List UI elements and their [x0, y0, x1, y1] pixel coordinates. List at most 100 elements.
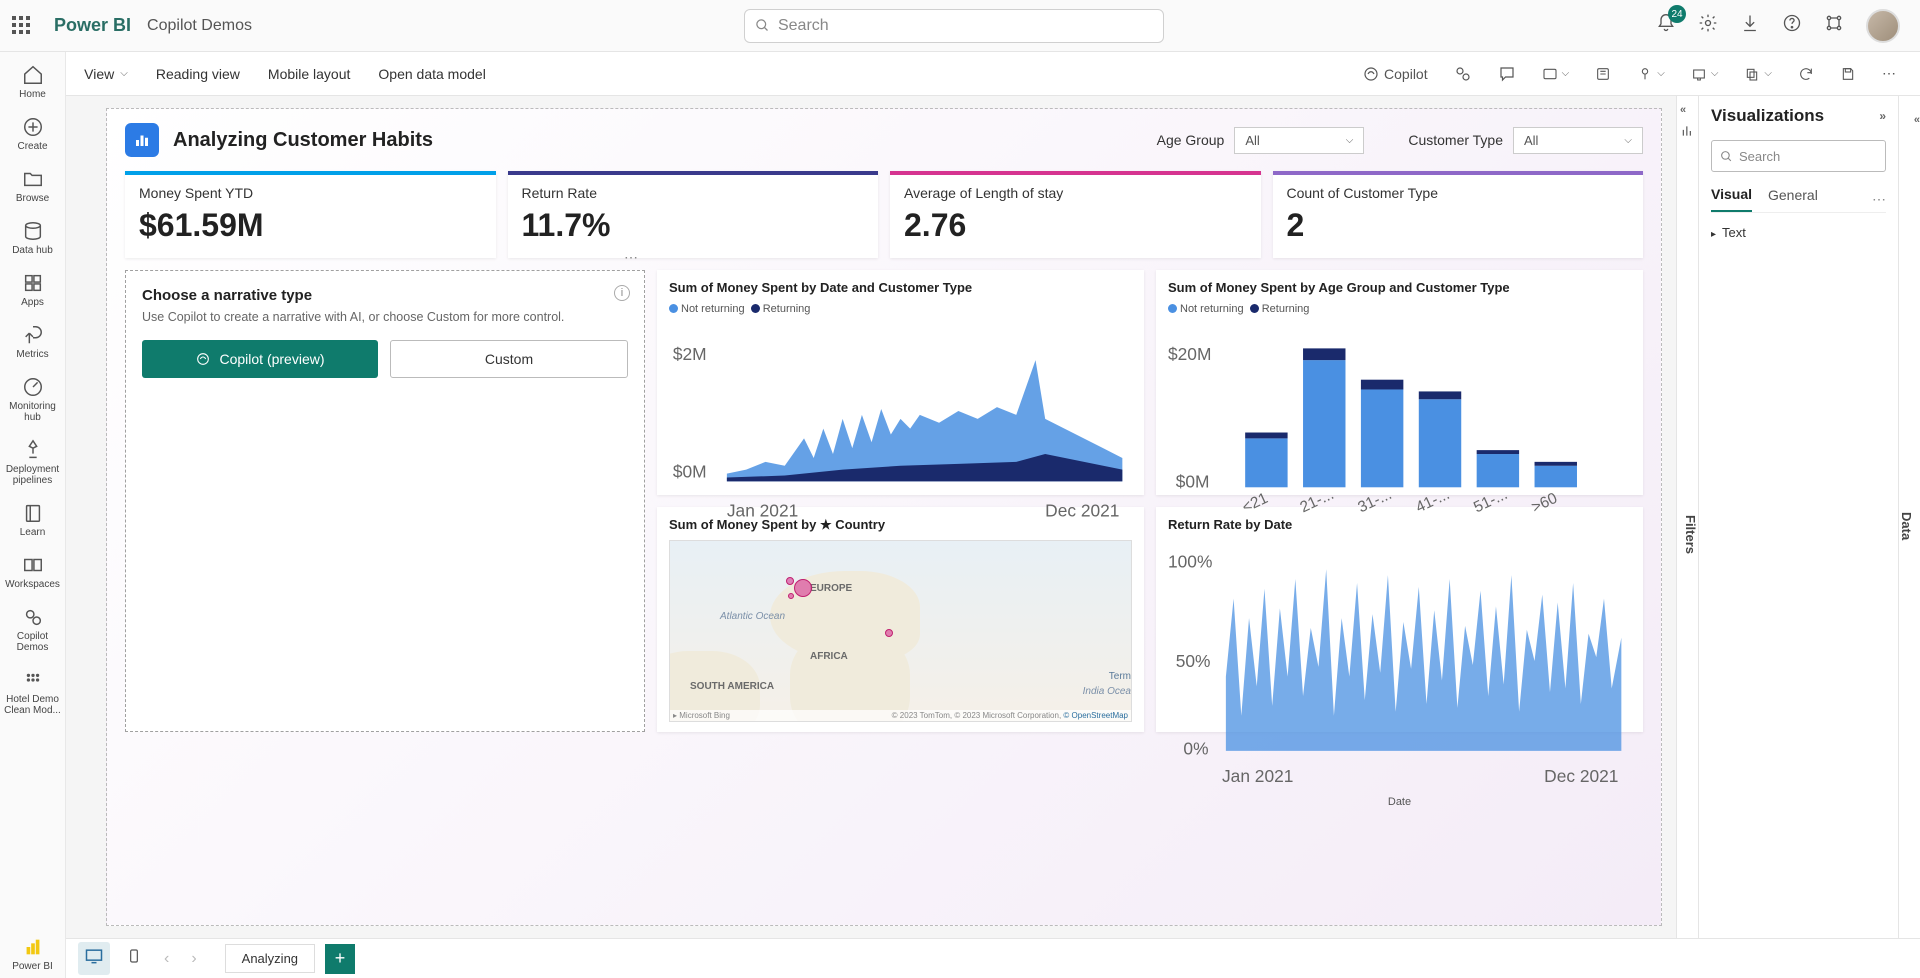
nav-apps[interactable]: Apps [0, 266, 65, 314]
filter-age-dropdown[interactable]: All⌵ [1234, 127, 1364, 154]
kpi-return-rate[interactable]: Return Rate11.7% [508, 171, 879, 258]
page-tab-bar: ‹ › Analyzing + [66, 938, 1920, 978]
tab-visual[interactable]: Visual [1711, 186, 1752, 212]
connections-icon[interactable] [1824, 13, 1844, 38]
narrative-subtitle: Use Copilot to create a narrative with A… [142, 310, 628, 324]
more-icon[interactable]: ⋯ [1878, 61, 1900, 86]
menu-bar: File⌵ View⌵ Reading view Mobile layout O… [0, 52, 1920, 96]
menu-view[interactable]: View⌵ [84, 66, 128, 82]
nav-metrics[interactable]: Metrics [0, 318, 65, 366]
svg-text:$20M: $20M [1168, 344, 1211, 364]
copilot-icon [195, 351, 211, 367]
export-icon[interactable]: ⌵ [1687, 62, 1723, 86]
menu-reading-view[interactable]: Reading view [156, 66, 240, 82]
report-logo-icon [125, 123, 159, 157]
kpi-customer-type-count[interactable]: Count of Customer Type2 [1273, 171, 1644, 258]
visual-more-icon[interactable]: ⋯ [624, 249, 640, 266]
custom-button[interactable]: Custom [390, 340, 628, 378]
expand-icon[interactable]: » [1879, 109, 1886, 123]
viz-search-input[interactable]: Search [1711, 140, 1886, 172]
search-icon [1720, 150, 1733, 163]
collapse-icon[interactable]: « [1680, 104, 1686, 116]
refresh-icon[interactable] [1794, 62, 1818, 86]
nav-deployment[interactable]: Deployment pipelines [0, 433, 65, 492]
kpi-length-of-stay[interactable]: Average of Length of stay2.76 [890, 171, 1261, 258]
narrative-title: Choose a narrative type [142, 287, 628, 304]
kpi-money-spent[interactable]: Money Spent YTD$61.59M [125, 171, 496, 258]
svg-text:21-...: 21-... [1298, 486, 1337, 517]
chart-money-by-date[interactable]: Sum of Money Spent by Date and Customer … [657, 270, 1144, 495]
svg-text:100%: 100% [1168, 551, 1212, 571]
chart-mini-icon [1681, 124, 1695, 138]
report-title: Analyzing Customer Habits [173, 129, 433, 152]
nav-home[interactable]: Home [0, 58, 65, 106]
section-text[interactable]: ▸Text [1711, 225, 1886, 240]
search-input[interactable]: Search [744, 9, 1164, 43]
svg-text:Dec 2021: Dec 2021 [1544, 766, 1618, 786]
svg-text:0%: 0% [1183, 739, 1208, 759]
nav-powerbi[interactable]: Power BI [0, 930, 65, 978]
download-icon[interactable] [1740, 13, 1760, 38]
chart-return-rate-by-date[interactable]: Return Rate by Date 100% 50% 0% Jan 2021… [1156, 507, 1643, 732]
desktop-view-icon[interactable] [78, 942, 110, 975]
filter-age-label: Age Group [1157, 132, 1225, 148]
chart-money-by-age[interactable]: Sum of Money Spent by Age Group and Cust… [1156, 270, 1643, 495]
svg-text:50%: 50% [1176, 651, 1211, 671]
svg-text:41-...: 41-... [1413, 486, 1452, 517]
left-nav-rail: Home Create Browse Data hub Apps Metrics… [0, 52, 66, 978]
chart-money-by-country[interactable]: Sum of Money Spent by ★ Country EUROPE A… [657, 507, 1144, 732]
search-icon [755, 18, 770, 33]
filters-pane[interactable]: « Filters [1676, 96, 1698, 938]
tabs-more-icon[interactable]: ⋯ [1872, 191, 1886, 208]
svg-text:31-...: 31-... [1355, 486, 1394, 517]
nav-workspaces[interactable]: Workspaces [0, 548, 65, 596]
explore-icon[interactable] [1450, 61, 1476, 87]
nav-create[interactable]: Create [0, 110, 65, 158]
nav-browse[interactable]: Browse [0, 162, 65, 210]
svg-text:$0M: $0M [673, 461, 707, 481]
copilot-preview-button[interactable]: Copilot (preview) [142, 340, 378, 378]
help-icon[interactable] [1782, 13, 1802, 38]
filter-customer-label: Customer Type [1408, 132, 1503, 148]
mobile-view-icon[interactable] [120, 942, 148, 975]
add-page-button[interactable]: + [325, 944, 355, 974]
notifications-icon[interactable]: 24 [1656, 13, 1676, 38]
next-page-icon[interactable]: › [185, 946, 202, 972]
report-canvas: Analyzing Customer Habits Age Group All⌵… [106, 108, 1662, 926]
bookmark-icon[interactable] [1591, 62, 1615, 86]
data-pane[interactable]: « Data [1898, 96, 1920, 938]
prev-page-icon[interactable]: ‹ [158, 946, 175, 972]
copy-icon[interactable]: ⌵ [1740, 62, 1776, 86]
narrative-visual[interactable]: ⋯ i Choose a narrative type Use Copilot … [125, 270, 645, 732]
svg-text:$2M: $2M [673, 344, 707, 364]
svg-text:<21: <21 [1240, 490, 1271, 517]
svg-text:Dec 2021: Dec 2021 [1045, 500, 1119, 520]
nav-datahub[interactable]: Data hub [0, 214, 65, 262]
settings-icon[interactable] [1698, 13, 1718, 38]
menu-open-data-model[interactable]: Open data model [378, 66, 485, 82]
copilot-button[interactable]: Copilot [1358, 61, 1432, 87]
svg-text:51-...: 51-... [1471, 486, 1510, 517]
pin-icon[interactable]: ⌵ [1633, 62, 1669, 86]
nav-copilot-demos[interactable]: Copilot Demos [0, 600, 65, 659]
svg-text:Jan 2021: Jan 2021 [1222, 766, 1293, 786]
subscribe-icon[interactable]: ⌵ [1538, 62, 1574, 86]
save-icon[interactable] [1836, 62, 1860, 86]
filter-customer-dropdown[interactable]: All⌵ [1513, 127, 1643, 154]
info-icon[interactable]: i [614, 285, 630, 301]
tab-general[interactable]: General [1768, 187, 1818, 211]
avatar[interactable] [1866, 9, 1900, 43]
page-tab-analyzing[interactable]: Analyzing [225, 944, 315, 973]
comment-icon[interactable] [1494, 61, 1520, 87]
visualizations-pane: Visualizations» Search Visual General ⋯ … [1698, 96, 1898, 938]
breadcrumb[interactable]: Copilot Demos [147, 17, 252, 35]
brand-label: Power BI [54, 15, 131, 36]
app-launcher-icon[interactable] [12, 16, 32, 36]
nav-hotel-demo[interactable]: Hotel Demo Clean Mod... [0, 663, 65, 722]
nav-learn[interactable]: Learn [0, 496, 65, 544]
svg-text:Jan 2021: Jan 2021 [727, 500, 798, 520]
svg-text:>60: >60 [1529, 489, 1560, 516]
menu-mobile-layout[interactable]: Mobile layout [268, 66, 351, 82]
copilot-icon [1362, 65, 1380, 83]
nav-monitoring[interactable]: Monitoring hub [0, 370, 65, 429]
